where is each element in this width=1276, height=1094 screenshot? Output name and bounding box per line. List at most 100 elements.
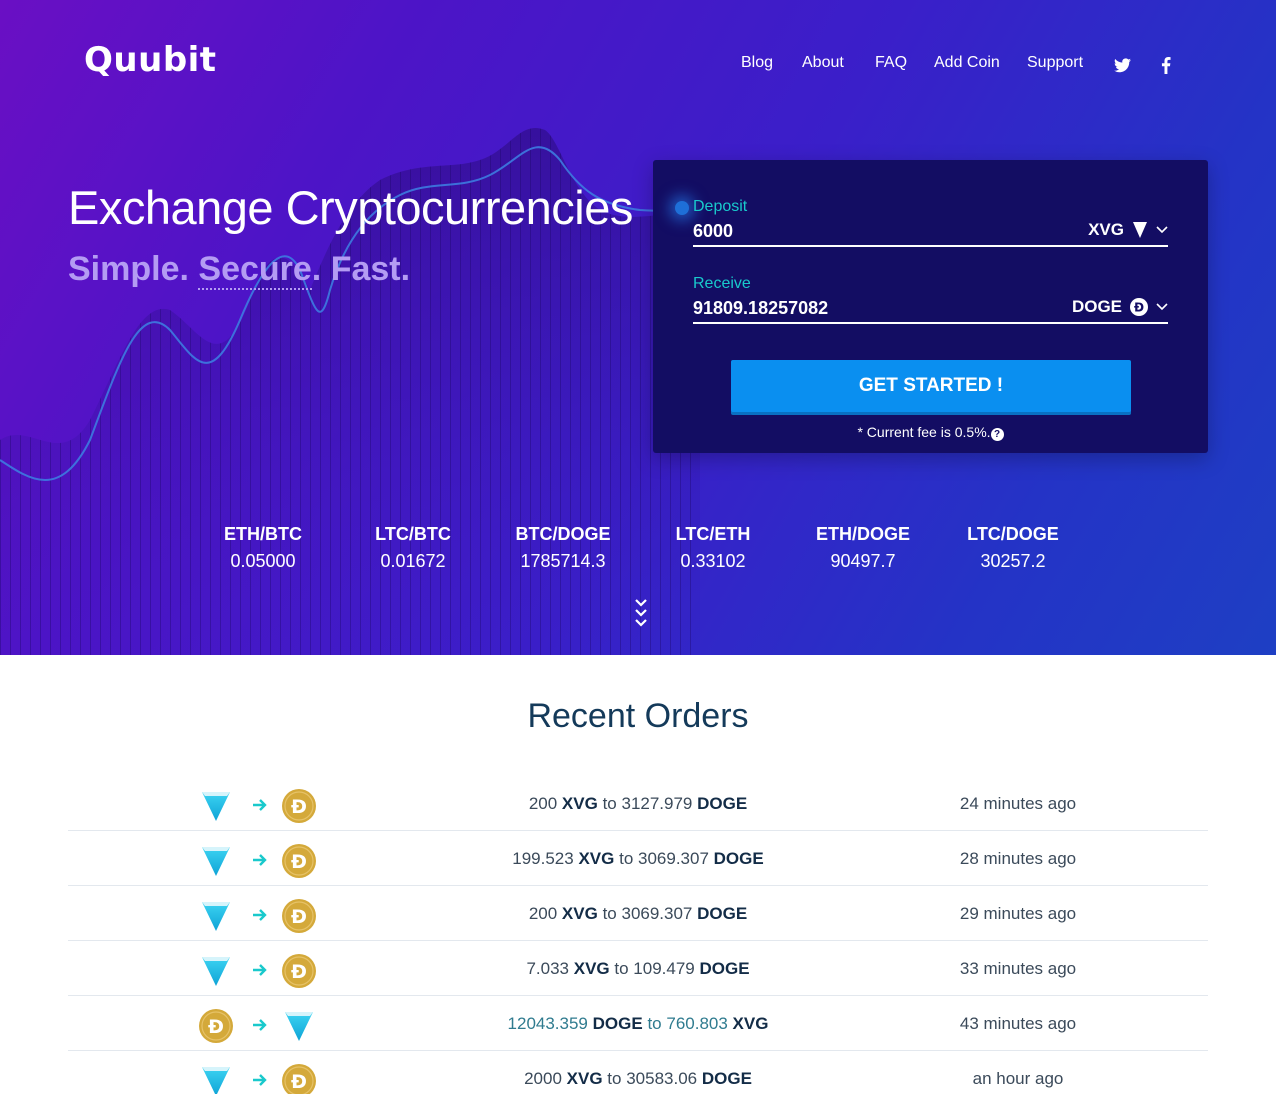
order-summary: 200 XVG to 3069.307 DOGE <box>428 904 848 924</box>
chevron-down-icon <box>1156 226 1168 234</box>
fee-text: * Current fee is 0.5%. <box>857 424 991 440</box>
order-time: 33 minutes ago <box>959 959 1077 978</box>
order-to-amount: 30583.06 <box>626 1069 698 1088</box>
xvg-icon <box>198 1063 234 1094</box>
chevron-down-icon <box>1156 303 1168 311</box>
receive-amount-field[interactable]: 91809.18257082 <box>693 298 1053 319</box>
hero-section: Quubit Blog About FAQ Add Coin Support E… <box>0 0 1276 655</box>
deposit-indicator-dot <box>675 201 689 215</box>
doge-icon: Đ <box>281 1063 317 1094</box>
order-time: an hour ago <box>972 1069 1064 1088</box>
order-to-amount: 3127.979 <box>621 794 693 813</box>
ticker-rate: 1785714.3 <box>520 551 606 571</box>
xvg-icon <box>281 1008 317 1044</box>
tagline-fast: Fast. <box>330 250 411 288</box>
nav-add-coin[interactable]: Add Coin <box>934 54 1000 72</box>
nav-support[interactable]: Support <box>1027 54 1083 72</box>
doge-icon: Đ <box>198 1008 234 1044</box>
exchange-card: Deposit 6000 XVG Receive 91809.18257082 … <box>653 160 1208 453</box>
xvg-icon <box>1133 222 1147 238</box>
svg-text:Đ: Đ <box>1134 301 1144 315</box>
order-from-coin: XVG <box>561 904 598 923</box>
arrow-right-icon <box>253 854 267 866</box>
order-time: 29 minutes ago <box>959 904 1077 923</box>
nav-about[interactable]: About <box>802 54 844 72</box>
order-connector: to <box>619 849 634 868</box>
xvg-icon <box>198 953 234 989</box>
ticker-item: LTC/ETH 0.33102 <box>638 524 788 572</box>
order-to-coin: DOGE <box>713 849 764 868</box>
deposit-coin-label: XVG <box>1088 220 1124 239</box>
order-from-amount: 199.523 <box>512 849 574 868</box>
deposit-amount-input[interactable]: 6000 <box>693 221 1053 242</box>
receive-coin-select[interactable]: DOGE Đ <box>1072 297 1168 317</box>
nav-faq[interactable]: FAQ <box>875 54 907 72</box>
order-from-coin: XVG <box>578 849 615 868</box>
ticker-item: LTC/DOGE 30257.2 <box>938 524 1088 572</box>
order-from-amount: 12043.359 <box>507 1014 588 1033</box>
logo[interactable]: Quubit <box>84 40 217 80</box>
order-from-coin: XVG <box>561 794 598 813</box>
ticker-pair: BTC/DOGE <box>515 524 611 544</box>
receive-coin-label: DOGE <box>1071 297 1122 316</box>
order-from-amount: 7.033 <box>526 959 569 978</box>
twitter-icon[interactable] <box>1114 58 1131 73</box>
ticker-pair: ETH/BTC <box>224 524 302 544</box>
order-from-amount: 200 <box>528 904 558 923</box>
order-to-amount: 109.479 <box>633 959 695 978</box>
recent-orders-title: Recent Orders <box>527 697 749 735</box>
table-row: Đ 2000 XVG to 30583.06 DOGE an hour ago <box>68 1051 1208 1094</box>
order-from-coin: XVG <box>573 959 610 978</box>
order-connector: to <box>647 1014 662 1033</box>
order-to-coin: DOGE <box>701 1069 752 1088</box>
order-connector: to <box>607 1069 622 1088</box>
ticker-pair: LTC/DOGE <box>967 524 1059 544</box>
nav-blog[interactable]: Blog <box>741 54 773 72</box>
help-icon[interactable]: ? <box>990 428 1004 441</box>
order-time: 43 minutes ago <box>959 1014 1077 1033</box>
ticker-item: BTC/DOGE 1785714.3 <box>488 524 638 572</box>
order-connector: to <box>602 904 617 923</box>
order-connector: to <box>614 959 629 978</box>
svg-text:Đ: Đ <box>208 1016 224 1038</box>
ticker-rate: 0.05000 <box>230 551 296 571</box>
get-started-button[interactable]: GET STARTED ! <box>731 360 1131 412</box>
fee-note: * Current fee is 0.5%.? <box>653 424 1208 441</box>
order-summary: 12043.359 DOGE to 760.803 XVG <box>428 1014 848 1034</box>
facebook-icon[interactable] <box>1161 57 1171 74</box>
ticker-rate: 30257.2 <box>980 551 1046 571</box>
order-to-coin: DOGE <box>699 959 750 978</box>
deposit-coin-select[interactable]: XVG <box>1088 220 1168 240</box>
ticker-item: ETH/BTC 0.05000 <box>188 524 338 572</box>
deposit-underline <box>693 245 1168 247</box>
table-row: Đ 200 XVG to 3069.307 DOGE 29 minutes ago <box>68 886 1208 941</box>
recent-orders-list: Đ 200 XVG to 3127.979 DOGE 24 minutes ago Đ… <box>68 776 1208 1094</box>
order-time: 28 minutes ago <box>959 849 1077 868</box>
arrow-right-icon <box>253 964 267 976</box>
arrow-right-icon <box>253 799 267 811</box>
ticker-item: ETH/DOGE 90497.7 <box>788 524 938 572</box>
tagline-secure[interactable]: Secure <box>198 250 312 290</box>
order-time: 24 minutes ago <box>959 794 1077 813</box>
xvg-icon <box>198 898 234 934</box>
order-from-amount: 2000 <box>524 1069 562 1088</box>
ticker-pair: ETH/DOGE <box>815 524 910 544</box>
order-from-coin: XVG <box>566 1069 603 1088</box>
doge-icon: Đ <box>281 898 317 934</box>
doge-icon: Đ <box>281 843 317 879</box>
svg-text:Đ: Đ <box>291 851 307 873</box>
order-to-amount: 3069.307 <box>638 849 709 868</box>
svg-text:Đ: Đ <box>291 961 307 983</box>
ticker-pair: LTC/BTC <box>375 524 451 544</box>
arrow-right-icon <box>253 1019 267 1031</box>
table-row: Đ 7.033 XVG to 109.479 DOGE 33 minutes ago <box>68 941 1208 996</box>
deposit-label: Deposit <box>693 198 748 215</box>
order-to-coin: XVG <box>732 1014 769 1033</box>
arrow-right-icon <box>253 1074 267 1086</box>
scroll-down-icon[interactable] <box>631 596 651 632</box>
ticker-rate: 90497.7 <box>830 551 896 571</box>
order-to-amount: 760.803 <box>666 1014 728 1033</box>
doge-icon: Đ <box>1130 298 1148 316</box>
order-from-coin: DOGE <box>592 1014 643 1033</box>
receive-underline <box>693 322 1168 324</box>
